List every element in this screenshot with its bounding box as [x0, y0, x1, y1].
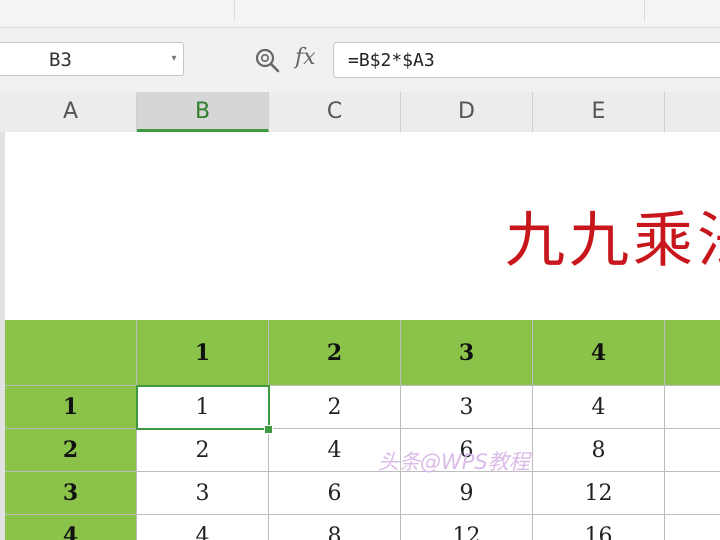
top-toolbar-strip — [0, 0, 720, 28]
table-cell[interactable] — [665, 472, 720, 515]
column-header-d[interactable]: D — [401, 92, 533, 132]
table-header-cell[interactable]: 1 — [137, 320, 269, 386]
table-cell[interactable]: 12 — [401, 515, 533, 540]
table-cell[interactable]: 2 — [137, 429, 269, 472]
column-header-b[interactable]: B — [137, 92, 269, 132]
zoom-icon[interactable] — [254, 47, 280, 73]
row-label-cell[interactable]: 1 — [5, 386, 137, 429]
title-merged-cell[interactable]: 九九乘法 — [5, 132, 720, 320]
table-header-cell[interactable] — [665, 320, 720, 386]
table-cell[interactable] — [665, 515, 720, 540]
column-header-a[interactable]: A — [5, 92, 137, 132]
table-header-cell[interactable]: 3 — [401, 320, 533, 386]
chevron-down-icon[interactable]: ▾ — [165, 43, 183, 75]
formula-value: =B$2*$A3 — [348, 50, 435, 71]
table-cell[interactable]: 4 — [533, 386, 665, 429]
table-cell[interactable]: 9 — [401, 472, 533, 515]
cell-selection-border — [136, 385, 270, 430]
table-cell[interactable]: 2 — [269, 386, 401, 429]
table-cell[interactable]: 3 — [401, 386, 533, 429]
row-label-cell[interactable]: 2 — [5, 429, 137, 472]
table-header-cell[interactable]: 4 — [533, 320, 665, 386]
multiplication-table: 1 2 3 4 1 1 2 3 4 2 2 4 6 8 3 3 6 9 12 4… — [5, 320, 720, 540]
sheet-title: 九九乘法 — [505, 206, 720, 276]
column-header-e[interactable]: E — [533, 92, 665, 132]
table-header-cell[interactable]: 2 — [269, 320, 401, 386]
table-header-cell[interactable] — [5, 320, 137, 386]
table-cell[interactable]: 16 — [533, 515, 665, 540]
table-cell[interactable]: 3 — [137, 472, 269, 515]
formula-bar: B3 ▾ fx =B$2*$A3 — [0, 28, 720, 92]
column-headers: A B C D E — [0, 92, 720, 133]
watermark: 头条@WPS教程 — [378, 450, 530, 474]
toolbar-divider — [234, 0, 235, 22]
table-cell[interactable] — [665, 386, 720, 429]
table-cell[interactable] — [665, 429, 720, 472]
table-cell[interactable]: 6 — [269, 472, 401, 515]
table-cell[interactable]: 8 — [269, 515, 401, 540]
row-label-cell[interactable]: 4 — [5, 515, 137, 540]
toolbar-divider — [644, 0, 645, 22]
formula-input[interactable]: =B$2*$A3 — [333, 42, 720, 78]
row-label-cell[interactable]: 3 — [5, 472, 137, 515]
table-cell[interactable]: 8 — [533, 429, 665, 472]
fill-handle[interactable] — [264, 425, 273, 434]
name-box-value: B3 — [49, 49, 72, 71]
fx-icon[interactable]: fx — [295, 45, 316, 70]
table-cell[interactable]: 4 — [137, 515, 269, 540]
table-cell[interactable]: 12 — [533, 472, 665, 515]
column-header-c[interactable]: C — [269, 92, 401, 132]
name-box[interactable]: B3 ▾ — [0, 42, 184, 76]
